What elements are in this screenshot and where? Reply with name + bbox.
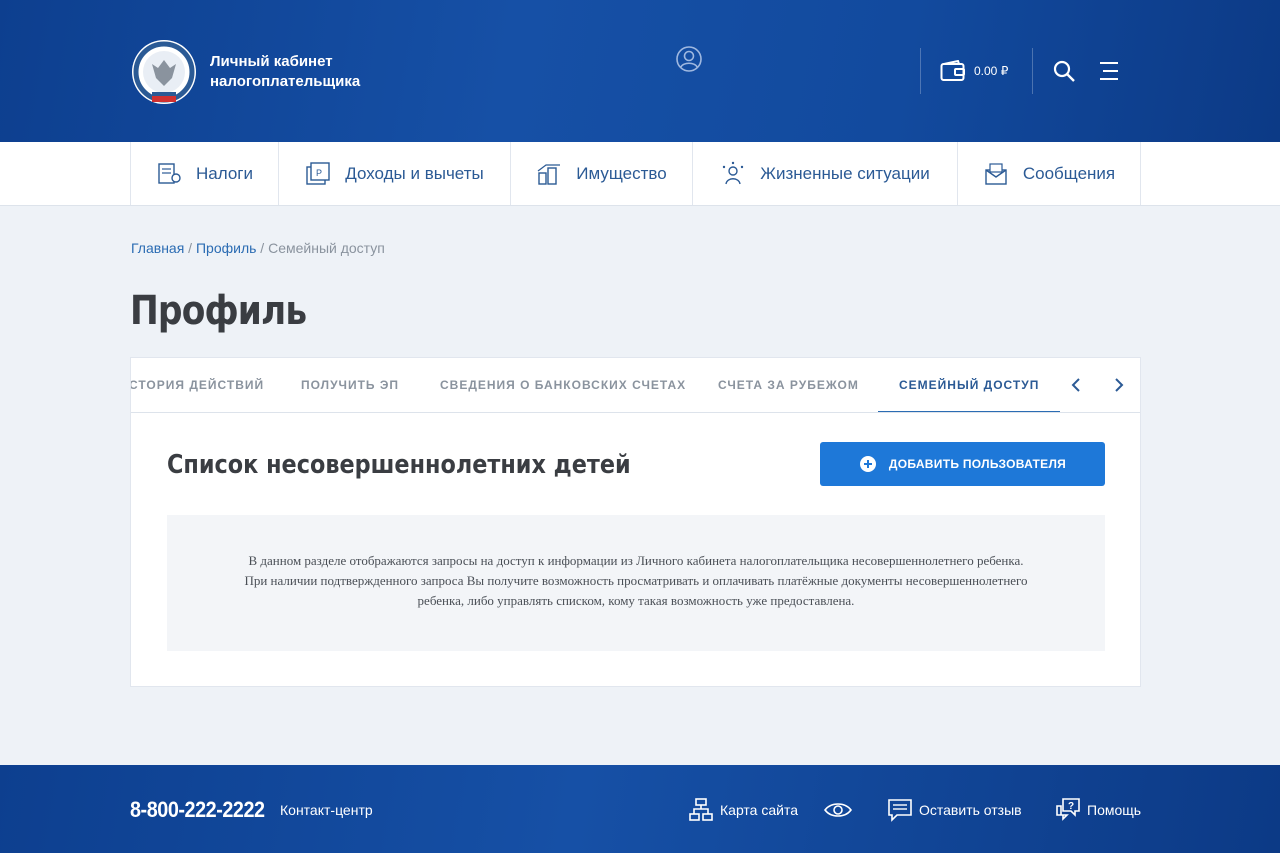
life-situations-icon — [723, 161, 744, 184]
info-text-line2: При наличии подтвержденного запроса Вы п… — [244, 573, 1028, 588]
tab-foreign-accounts[interactable]: СЧЕТА ЗА РУБЕЖОМ — [718, 358, 859, 412]
main-nav: Налоги P Доходы и вычеты Имущество Жизне… — [0, 142, 1280, 206]
info-text-line1: В данном разделе отображаются запросы на… — [248, 553, 1024, 568]
plus-circle-icon — [859, 456, 876, 472]
tab-get-signature[interactable]: ПОЛУЧИТЬ ЭП — [301, 358, 399, 412]
breadcrumb-current: Семейный доступ — [268, 240, 385, 256]
svg-text:P: P — [316, 168, 322, 178]
add-user-button-label: ДОБАВИТЬ ПОЛЬЗОВАТЕЛЯ — [888, 457, 1067, 471]
breadcrumb-separator: / — [256, 240, 269, 256]
logo-title[interactable]: Личный кабинет налогоплательщика — [210, 52, 360, 92]
page-title: Профиль — [130, 288, 307, 334]
family-access-card: СТОРИЯ ДЕЙСТВИЙ ПОЛУЧИТЬ ЭП СВЕДЕНИЯ О Б… — [130, 357, 1141, 687]
help-label: Помощь — [1087, 802, 1142, 818]
search-icon[interactable] — [1052, 59, 1076, 83]
breadcrumb-home[interactable]: Главная — [131, 240, 184, 256]
hamburger-menu-icon[interactable] — [1098, 60, 1120, 82]
property-icon — [537, 163, 561, 185]
nav-label: Доходы и вычеты — [345, 163, 484, 183]
chevron-right-icon[interactable] — [1109, 375, 1129, 395]
breadcrumb-profile[interactable]: Профиль — [196, 240, 256, 256]
nav-item-life-situations[interactable]: Жизненные ситуации — [693, 142, 958, 205]
sitemap-icon — [689, 798, 713, 821]
logo-title-line2: налогоплательщика — [210, 73, 361, 90]
info-box: В данном разделе отображаются запросы на… — [167, 515, 1105, 651]
feedback-label: Оставить отзыв — [919, 802, 1022, 818]
fns-logo-emblem[interactable] — [130, 38, 198, 108]
nav-item-income[interactable]: P Доходы и вычеты — [279, 142, 511, 205]
chevron-left-icon[interactable] — [1066, 375, 1086, 395]
header: Личный кабинет налогоплательщика 0.00 ₽ — [0, 0, 1280, 142]
header-divider — [920, 48, 921, 94]
sitemap-link[interactable]: Карта сайта — [688, 797, 798, 823]
messages-icon — [985, 162, 1007, 185]
svg-text:?: ? — [1068, 801, 1074, 812]
nav-label: Сообщения — [1022, 163, 1116, 183]
income-icon: P — [306, 161, 330, 185]
feedback-icon — [888, 799, 912, 822]
profile-tabs: СТОРИЯ ДЕЙСТВИЙ ПОЛУЧИТЬ ЭП СВЕДЕНИЯ О Б… — [131, 358, 1140, 413]
nav-label: Налоги — [196, 163, 253, 183]
tab-bank-accounts[interactable]: СВЕДЕНИЯ О БАНКОВСКИХ СЧЕТАХ — [440, 358, 686, 412]
footer: 8-800-222-2222 Контакт-центр Карта сайта… — [0, 765, 1280, 853]
add-user-button[interactable]: ДОБАВИТЬ ПОЛЬЗОВАТЕЛЯ — [820, 442, 1105, 486]
sitemap-label: Карта сайта — [720, 802, 798, 818]
section-title: Список несовершеннолетних детей — [167, 450, 631, 480]
nav-item-property[interactable]: Имущество — [511, 142, 693, 205]
breadcrumb-separator: / — [184, 240, 196, 256]
taxes-icon — [158, 162, 181, 184]
wallet-balance[interactable]: 0.00 ₽ — [940, 58, 1020, 84]
contact-center-link[interactable]: Контакт-центр — [280, 802, 373, 818]
info-text-line3: ребенка, либо управлять списком, кому та… — [417, 593, 855, 608]
wallet-icon — [940, 60, 965, 81]
feedback-link[interactable]: Оставить отзыв — [887, 797, 1022, 823]
logo-title-line1: Личный кабинет — [210, 53, 333, 70]
user-profile-icon[interactable] — [675, 45, 703, 73]
nav-item-taxes[interactable]: Налоги — [131, 142, 279, 205]
nav-item-messages[interactable]: Сообщения — [958, 142, 1141, 205]
help-icon: ? — [1056, 798, 1080, 821]
header-divider — [1032, 48, 1033, 94]
eye-icon[interactable] — [823, 800, 853, 820]
contact-phone[interactable]: 8-800-222-2222 — [130, 797, 265, 823]
tab-family-access[interactable]: СЕМЕЙНЫЙ ДОСТУП — [878, 358, 1061, 412]
help-link[interactable]: ? Помощь — [1055, 797, 1141, 823]
tab-action-history[interactable]: СТОРИЯ ДЕЙСТВИЙ — [131, 358, 264, 412]
balance-amount: 0.00 ₽ — [974, 64, 1009, 78]
nav-label: Имущество — [576, 163, 667, 183]
breadcrumb: Главная / Профиль / Семейный доступ — [131, 240, 385, 256]
nav-label: Жизненные ситуации — [760, 163, 930, 183]
